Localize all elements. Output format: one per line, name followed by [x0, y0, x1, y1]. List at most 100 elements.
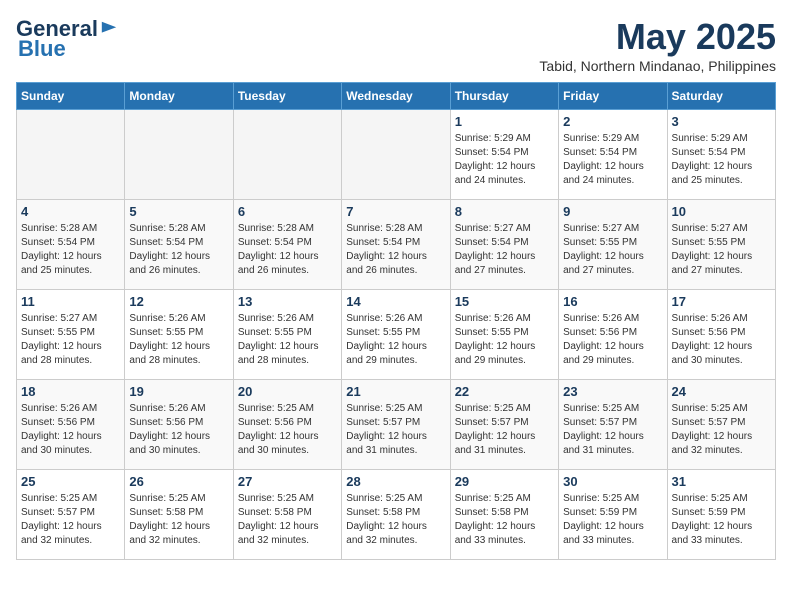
calendar-cell — [342, 110, 450, 200]
day-info: Sunrise: 5:29 AM Sunset: 5:54 PM Dayligh… — [563, 132, 662, 188]
day-info: Sunrise: 5:27 AM Sunset: 5:55 PM Dayligh… — [672, 222, 771, 278]
calendar-cell: 24 Sunrise: 5:25 AM Sunset: 5:57 PM Dayli… — [667, 380, 775, 470]
calendar-header-row: SundayMondayTuesdayWednesdayThursdayFrid… — [17, 83, 776, 110]
calendar-week-row: 25Sunrise: 5:25 AM Sunset: 5:57 PM Dayli… — [17, 470, 776, 560]
day-number: 31 — [672, 474, 771, 489]
day-number: 7 — [346, 204, 445, 219]
calendar-cell: 4 Sunrise: 5:28 AM Sunset: 5:54 PM Daylig… — [17, 200, 125, 290]
day-info: Sunrise: 5:28 AM Sunset: 5:54 PM Dayligh… — [129, 222, 228, 278]
calendar-cell: 10 Sunrise: 5:27 AM Sunset: 5:55 PM Dayli… — [667, 200, 775, 290]
title-block: May 2025 Tabid, Northern Mindanao, Phili… — [539, 16, 776, 74]
weekday-header: Thursday — [450, 83, 558, 110]
day-info: Sunrise: 5:28 AM Sunset: 5:54 PM Dayligh… — [238, 222, 337, 278]
day-info: Sunrise: 5:25 AM Sunset: 5:57 PM Dayligh… — [21, 492, 120, 548]
calendar-week-row: 18Sunrise: 5:26 AM Sunset: 5:56 PM Dayli… — [17, 380, 776, 470]
calendar-cell: 6Sunrise: 5:28 AM Sunset: 5:54 PM Daylig… — [233, 200, 341, 290]
day-number: 24 — [672, 384, 771, 399]
day-number: 15 — [455, 294, 554, 309]
day-info: Sunrise: 5:28 AM Sunset: 5:54 PM Dayligh… — [21, 222, 120, 278]
calendar-cell: 27 Sunrise: 5:25 AM Sunset: 5:58 PM Dayli… — [233, 470, 341, 560]
day-info: Sunrise: 5:26 AM Sunset: 5:56 PM Dayligh… — [21, 402, 120, 458]
calendar-cell: 14 Sunrise: 5:26 AM Sunset: 5:55 PM Dayli… — [342, 290, 450, 380]
calendar-table: SundayMondayTuesdayWednesdayThursdayFrid… — [16, 82, 776, 560]
day-number: 19 — [129, 384, 228, 399]
day-info: Sunrise: 5:27 AM Sunset: 5:54 PM Dayligh… — [455, 222, 554, 278]
calendar-cell: 25Sunrise: 5:25 AM Sunset: 5:57 PM Dayli… — [17, 470, 125, 560]
calendar-cell: 20Sunrise: 5:25 AM Sunset: 5:56 PM Dayli… — [233, 380, 341, 470]
day-number: 10 — [672, 204, 771, 219]
day-info: Sunrise: 5:29 AM Sunset: 5:54 PM Dayligh… — [455, 132, 554, 188]
day-info: Sunrise: 5:25 AM Sunset: 5:57 PM Dayligh… — [455, 402, 554, 458]
day-info: Sunrise: 5:26 AM Sunset: 5:56 PM Dayligh… — [563, 312, 662, 368]
calendar-cell: 30Sunrise: 5:25 AM Sunset: 5:59 PM Dayli… — [559, 470, 667, 560]
day-number: 11 — [21, 294, 120, 309]
weekday-header: Tuesday — [233, 83, 341, 110]
calendar-cell — [17, 110, 125, 200]
calendar-week-row: 1 Sunrise: 5:29 AM Sunset: 5:54 PM Daylig… — [17, 110, 776, 200]
calendar-cell: 8 Sunrise: 5:27 AM Sunset: 5:54 PM Daylig… — [450, 200, 558, 290]
day-info: Sunrise: 5:25 AM Sunset: 5:58 PM Dayligh… — [346, 492, 445, 548]
calendar-cell: 11 Sunrise: 5:27 AM Sunset: 5:55 PM Dayli… — [17, 290, 125, 380]
calendar-cell: 12 Sunrise: 5:26 AM Sunset: 5:55 PM Dayli… — [125, 290, 233, 380]
calendar-cell: 9Sunrise: 5:27 AM Sunset: 5:55 PM Daylig… — [559, 200, 667, 290]
weekday-header: Sunday — [17, 83, 125, 110]
calendar-cell: 5 Sunrise: 5:28 AM Sunset: 5:54 PM Daylig… — [125, 200, 233, 290]
calendar-cell: 3 Sunrise: 5:29 AM Sunset: 5:54 PM Daylig… — [667, 110, 775, 200]
day-info: Sunrise: 5:25 AM Sunset: 5:59 PM Dayligh… — [672, 492, 771, 548]
day-info: Sunrise: 5:25 AM Sunset: 5:58 PM Dayligh… — [455, 492, 554, 548]
day-number: 2 — [563, 114, 662, 129]
page-header: General Blue May 2025 Tabid, Northern Mi… — [16, 16, 776, 74]
day-info: Sunrise: 5:26 AM Sunset: 5:55 PM Dayligh… — [238, 312, 337, 368]
calendar-cell: 28Sunrise: 5:25 AM Sunset: 5:58 PM Dayli… — [342, 470, 450, 560]
calendar-cell: 2 Sunrise: 5:29 AM Sunset: 5:54 PM Daylig… — [559, 110, 667, 200]
logo-flag-icon — [100, 20, 118, 38]
day-number: 30 — [563, 474, 662, 489]
day-info: Sunrise: 5:25 AM Sunset: 5:57 PM Dayligh… — [346, 402, 445, 458]
calendar-cell: 19 Sunrise: 5:26 AM Sunset: 5:56 PM Dayli… — [125, 380, 233, 470]
calendar-cell: 17Sunrise: 5:26 AM Sunset: 5:56 PM Dayli… — [667, 290, 775, 380]
day-info: Sunrise: 5:27 AM Sunset: 5:55 PM Dayligh… — [563, 222, 662, 278]
day-info: Sunrise: 5:26 AM Sunset: 5:55 PM Dayligh… — [129, 312, 228, 368]
day-number: 29 — [455, 474, 554, 489]
day-number: 13 — [238, 294, 337, 309]
day-number: 16 — [563, 294, 662, 309]
day-info: Sunrise: 5:26 AM Sunset: 5:55 PM Dayligh… — [346, 312, 445, 368]
calendar-cell: 21 Sunrise: 5:25 AM Sunset: 5:57 PM Dayli… — [342, 380, 450, 470]
day-info: Sunrise: 5:26 AM Sunset: 5:56 PM Dayligh… — [129, 402, 228, 458]
calendar-cell: 7 Sunrise: 5:28 AM Sunset: 5:54 PM Daylig… — [342, 200, 450, 290]
month-title: May 2025 — [539, 16, 776, 58]
day-info: Sunrise: 5:29 AM Sunset: 5:54 PM Dayligh… — [672, 132, 771, 188]
day-info: Sunrise: 5:25 AM Sunset: 5:56 PM Dayligh… — [238, 402, 337, 458]
calendar-cell: 18Sunrise: 5:26 AM Sunset: 5:56 PM Dayli… — [17, 380, 125, 470]
day-number: 5 — [129, 204, 228, 219]
day-number: 23 — [563, 384, 662, 399]
day-info: Sunrise: 5:25 AM Sunset: 5:58 PM Dayligh… — [129, 492, 228, 548]
location: Tabid, Northern Mindanao, Philippines — [539, 58, 776, 74]
logo: General Blue — [16, 16, 118, 62]
day-number: 3 — [672, 114, 771, 129]
day-number: 27 — [238, 474, 337, 489]
calendar-cell — [125, 110, 233, 200]
calendar-cell: 22Sunrise: 5:25 AM Sunset: 5:57 PM Dayli… — [450, 380, 558, 470]
day-number: 4 — [21, 204, 120, 219]
day-number: 1 — [455, 114, 554, 129]
day-info: Sunrise: 5:25 AM Sunset: 5:58 PM Dayligh… — [238, 492, 337, 548]
day-number: 8 — [455, 204, 554, 219]
day-number: 14 — [346, 294, 445, 309]
weekday-header: Monday — [125, 83, 233, 110]
day-info: Sunrise: 5:27 AM Sunset: 5:55 PM Dayligh… — [21, 312, 120, 368]
day-number: 12 — [129, 294, 228, 309]
day-number: 21 — [346, 384, 445, 399]
calendar-cell: 15Sunrise: 5:26 AM Sunset: 5:55 PM Dayli… — [450, 290, 558, 380]
calendar-cell: 13 Sunrise: 5:26 AM Sunset: 5:55 PM Dayli… — [233, 290, 341, 380]
day-info: Sunrise: 5:25 AM Sunset: 5:57 PM Dayligh… — [672, 402, 771, 458]
weekday-header: Wednesday — [342, 83, 450, 110]
day-info: Sunrise: 5:25 AM Sunset: 5:57 PM Dayligh… — [563, 402, 662, 458]
logo-blue: Blue — [18, 36, 66, 61]
day-number: 17 — [672, 294, 771, 309]
calendar-cell: 16 Sunrise: 5:26 AM Sunset: 5:56 PM Dayli… — [559, 290, 667, 380]
calendar-cell: 23 Sunrise: 5:25 AM Sunset: 5:57 PM Dayli… — [559, 380, 667, 470]
calendar-cell: 31 Sunrise: 5:25 AM Sunset: 5:59 PM Dayli… — [667, 470, 775, 560]
day-info: Sunrise: 5:28 AM Sunset: 5:54 PM Dayligh… — [346, 222, 445, 278]
calendar-cell — [233, 110, 341, 200]
